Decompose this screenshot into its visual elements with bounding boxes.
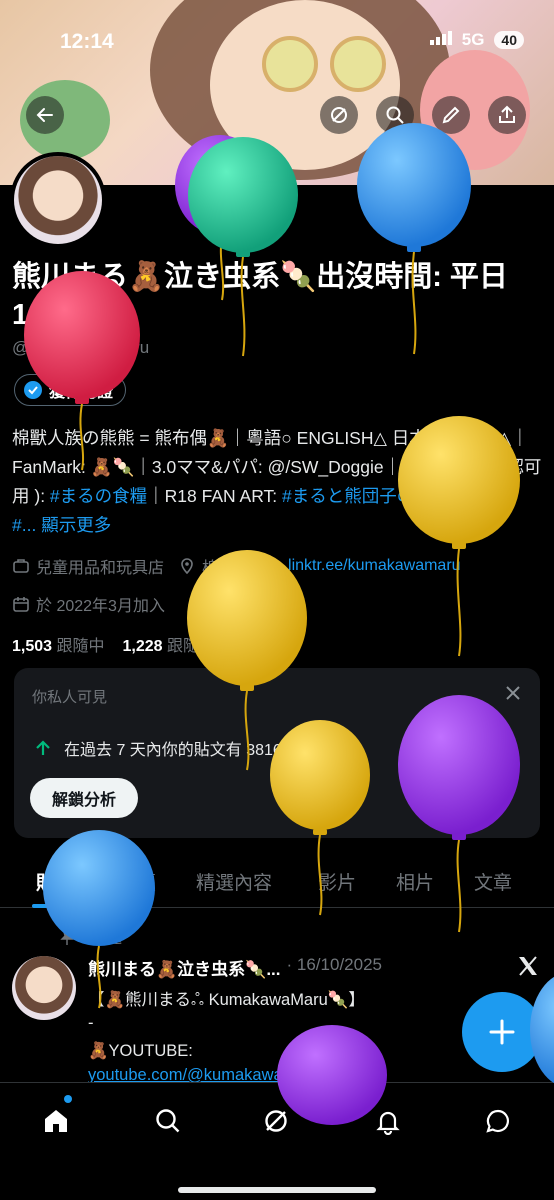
tab-replies[interactable]: 回覆: [118, 868, 156, 895]
grok-button[interactable]: [320, 96, 358, 134]
search-button[interactable]: [376, 96, 414, 134]
tab-photos[interactable]: 相片: [396, 868, 434, 895]
grok-icon: [265, 1110, 287, 1132]
tab-videos[interactable]: 影片: [318, 868, 356, 895]
bio-text: ｜ 直播:: [449, 486, 517, 506]
post-text: -: [88, 1014, 94, 1032]
card-title: 你私人可見: [32, 689, 108, 706]
nav-grok[interactable]: [258, 1103, 294, 1139]
search-icon: [386, 106, 404, 124]
link-icon: [266, 559, 280, 573]
share-icon: [499, 105, 515, 123]
back-arrow-icon: [36, 108, 53, 122]
display-name: 熊川まる🧸泣き虫系🍡出沒時間: 平日12:30PM: [12, 261, 508, 331]
signal-icon: [429, 30, 452, 50]
post-text: 🧸YOUTUBE:: [88, 1042, 193, 1060]
private-analytics-card: 你私人可見 在過去 7 天內你的貼文有 3816 次曝光 解鎖分析: [14, 668, 540, 838]
profile-link[interactable]: linktr.ee/kumakawamaru: [288, 557, 461, 575]
hashtag-link[interactable]: #...: [12, 515, 36, 535]
followers-link[interactable]: 1,228 跟隨者: [123, 632, 216, 656]
status-time: 12:14: [60, 30, 114, 53]
notification-dot: [64, 1095, 72, 1103]
verify-label: 獲得認證: [49, 384, 114, 401]
tab-highlights[interactable]: 精選內容: [196, 868, 272, 895]
followers-label: 跟隨者: [167, 638, 216, 655]
show-more-link[interactable]: 顯示更多: [36, 515, 111, 535]
profile-avatar[interactable]: [10, 152, 106, 248]
followers-count: 1,228: [122, 638, 163, 655]
compose-button[interactable]: [462, 992, 542, 1072]
following-label: 跟隨中: [56, 638, 105, 655]
nav-messages[interactable]: [480, 1103, 516, 1139]
x-logo-icon: [516, 954, 540, 983]
tab-posts[interactable]: 貼文: [36, 868, 74, 895]
following-link[interactable]: 1,503 跟隨中: [12, 632, 105, 656]
plus-icon: [489, 1019, 515, 1045]
post-author[interactable]: 熊川まる🧸泣き虫系🍡...: [88, 955, 281, 980]
handle: @kumakawamaru: [12, 338, 150, 357]
avatar: [14, 156, 102, 244]
grok-icon: [331, 107, 347, 123]
pinned-label: 已釘選: [60, 928, 122, 948]
status-bar: 12:14 5G 40: [0, 0, 554, 60]
impressions-text: 在過去 7 天內你的貼文有 3816 次曝光: [64, 742, 335, 759]
bio-text: ｜R18 FAN ART:: [147, 486, 283, 506]
search-icon: [156, 1109, 180, 1133]
profile-category: 兒童用品和玩具店: [36, 560, 165, 577]
post-date: · 16/10/2025: [286, 955, 382, 974]
notifications-icon: [376, 1111, 400, 1135]
joined-date: 於 2022年3月加入: [36, 598, 165, 615]
profile-meta: 兒童用品和玩具店 棉の国 linktr.ee/kumakawamaru: [12, 554, 461, 578]
post-avatar[interactable]: [12, 956, 76, 1020]
battery-icon: 40: [494, 31, 524, 49]
post-header: 熊川まる🧸泣き虫系🍡... · 16/10/2025: [88, 955, 382, 980]
hashtag-link[interactable]: #まるの食糧: [50, 486, 147, 506]
tab-articles[interactable]: 文章: [474, 868, 512, 895]
card-close-button[interactable]: [504, 684, 522, 707]
profile-bio: 棉獸人族の熊熊 = 熊布偶🧸｜粵語○ ENGLISH△ 日本語△ 國語△｜Fan…: [12, 424, 544, 540]
verified-badge-icon: [24, 381, 42, 399]
briefcase-icon: [13, 559, 29, 573]
profile-joined: 於 2022年3月加入: [12, 592, 165, 616]
share-button[interactable]: [488, 96, 526, 134]
profile-tabs: 貼文 回覆 精選內容 影片 相片 文章: [0, 852, 554, 908]
pin-icon: [60, 931, 74, 945]
unlock-analytics-button[interactable]: 解鎖分析: [30, 778, 139, 818]
hashtag-link[interactable]: #まると熊団子の秘密: [282, 486, 449, 506]
arrow-up-icon: [36, 740, 50, 755]
edit-icon: [442, 106, 460, 124]
nav-search[interactable]: [150, 1103, 186, 1139]
verify-button[interactable]: 獲得認證: [14, 374, 127, 406]
active-tab-indicator: [32, 904, 82, 908]
home-icon: [45, 1110, 67, 1132]
close-icon: [506, 686, 520, 700]
calendar-icon: [13, 597, 29, 612]
pinned-text: 已釘選: [80, 930, 122, 946]
post-text: 【🧸熊川まるஃ KumakawaMaru🍡】: [88, 991, 365, 1009]
location-icon: [181, 558, 193, 575]
bottom-nav: [0, 1082, 554, 1200]
nav-notifications[interactable]: [370, 1103, 406, 1139]
following-count: 1,503: [12, 638, 53, 655]
status-indicators: 5G 40: [429, 30, 524, 50]
home-indicator: [178, 1187, 376, 1193]
messages-icon: [486, 1109, 509, 1133]
edit-button[interactable]: [432, 96, 470, 134]
profile-location: 棉の国: [202, 560, 251, 577]
back-button[interactable]: [26, 96, 64, 134]
nav-home[interactable]: [38, 1103, 74, 1139]
network-label: 5G: [461, 30, 485, 49]
impressions-stat: 在過去 7 天內你的貼文有 3816 次曝光: [34, 736, 334, 760]
follow-counts: 1,503 跟隨中 1,228 跟隨者: [12, 632, 215, 656]
